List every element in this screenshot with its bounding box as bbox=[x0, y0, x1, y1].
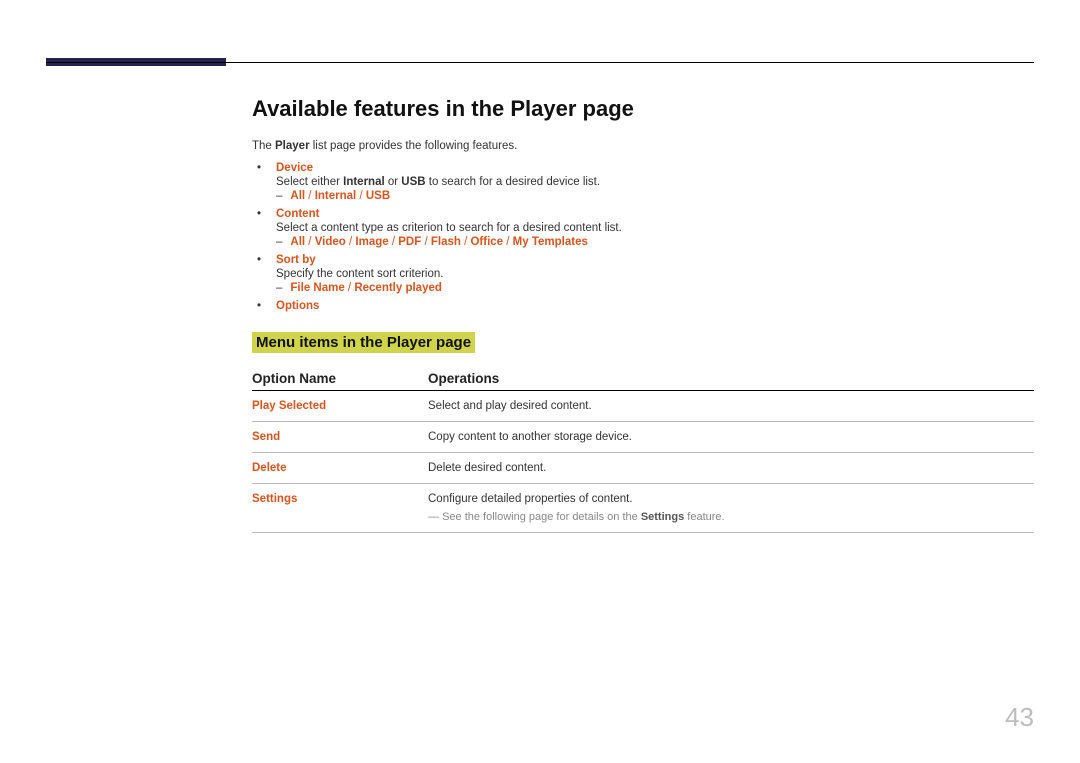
bullet-icon: • bbox=[252, 162, 266, 174]
cell-option-name: Settings bbox=[252, 493, 428, 505]
options-table: Option Name Operations Play Selected Sel… bbox=[252, 371, 1034, 533]
feature-sub: – All / Video / Image / PDF / Flash / Of… bbox=[276, 236, 1034, 248]
table-row: Play Selected Select and play desired co… bbox=[252, 391, 1034, 422]
table-row: Send Copy content to another storage dev… bbox=[252, 422, 1034, 453]
cell-operations: Copy content to another storage device. bbox=[428, 431, 1034, 443]
feature-list: • Device Select either Internal or USB t… bbox=[252, 162, 1034, 312]
feature-name: Device bbox=[276, 162, 313, 174]
feature-item: • Options bbox=[252, 300, 1034, 312]
feature-desc: Select a content type as criterion to se… bbox=[276, 222, 1034, 234]
table-row: Settings Configure detailed properties o… bbox=[252, 484, 1034, 533]
feature-desc: Select either Internal or USB to search … bbox=[276, 176, 1034, 188]
table-row: Delete Delete desired content. bbox=[252, 453, 1034, 484]
feature-sub: – File Name / Recently played bbox=[276, 282, 1034, 294]
feature-item: • Device Select either Internal or USB t… bbox=[252, 162, 1034, 202]
cell-operations: Delete desired content. bbox=[428, 462, 1034, 474]
feature-name: Options bbox=[276, 300, 319, 312]
dash-icon: – bbox=[276, 236, 282, 248]
header-rule bbox=[46, 62, 1034, 63]
dash-icon: – bbox=[276, 282, 282, 294]
intro-text: The Player list page provides the follow… bbox=[252, 140, 1034, 152]
table-header: Option Name Operations bbox=[252, 371, 1034, 391]
cell-operations: Configure detailed properties of content… bbox=[428, 493, 1034, 523]
col-operations: Operations bbox=[428, 371, 1034, 386]
feature-item: • Content Select a content type as crite… bbox=[252, 208, 1034, 248]
feature-name: Content bbox=[276, 208, 319, 220]
content-area: Available features in the Player page Th… bbox=[252, 96, 1034, 533]
cell-option-name: Delete bbox=[252, 462, 428, 474]
cell-option-name: Play Selected bbox=[252, 400, 428, 412]
cell-operations: Select and play desired content. bbox=[428, 400, 1034, 412]
feature-name: Sort by bbox=[276, 254, 316, 266]
subheading: Menu items in the Player page bbox=[252, 332, 475, 353]
col-option-name: Option Name bbox=[252, 371, 428, 386]
bullet-icon: • bbox=[252, 254, 266, 266]
dash-icon: – bbox=[276, 190, 282, 202]
feature-desc: Specify the content sort criterion. bbox=[276, 268, 1034, 280]
feature-sub: – All / Internal / USB bbox=[276, 190, 1034, 202]
feature-item: • Sort by Specify the content sort crite… bbox=[252, 254, 1034, 294]
bullet-icon: • bbox=[252, 208, 266, 220]
cell-option-name: Send bbox=[252, 431, 428, 443]
bullet-icon: • bbox=[252, 300, 266, 312]
settings-note: ― See the following page for details on … bbox=[428, 511, 1034, 523]
page-number: 43 bbox=[1005, 702, 1034, 733]
page-heading: Available features in the Player page bbox=[252, 96, 1034, 122]
